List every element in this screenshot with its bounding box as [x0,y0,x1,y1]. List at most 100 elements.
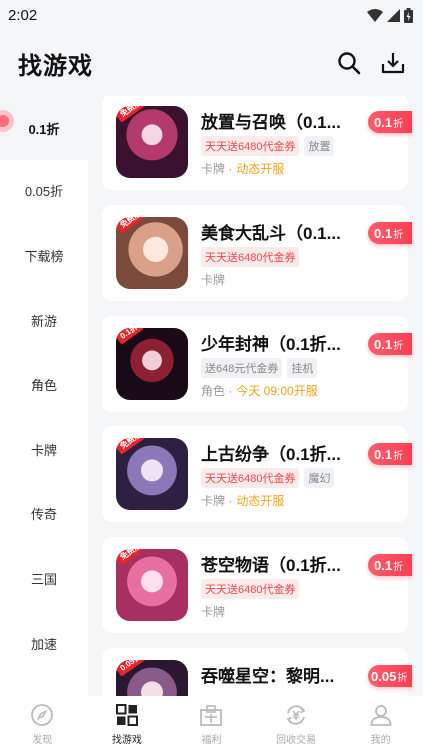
thumb-badge: 免费版 [116,438,148,455]
discount-value: 0.1 [374,446,393,462]
server-status: 动态开服 [236,162,285,176]
sidebar-item-0.05zhe[interactable]: 0.05折 [0,158,88,222]
nav-item-find-games[interactable]: 找游戏 [87,702,167,746]
download-button[interactable] [379,49,407,77]
discount-unit: 折 [393,340,404,352]
game-card[interactable]: 免费版 上古纷争（0.1折... 天天送6480代金券 魔幻 卡牌 · 动态开服… [102,426,412,522]
server-status: 今天 09:00开服 [236,384,318,398]
game-category: 卡牌 · [201,162,233,176]
nav-item-trade[interactable]: 回收交易 [256,702,336,746]
nav-label: 回收交易 [276,735,317,746]
nav-item-discover[interactable]: 发现 [2,702,82,746]
genre-tag: 放置 [304,136,335,156]
game-title: 吞噬星空：黎明... [201,667,335,686]
discount-badge: 0.1 折 [368,222,412,244]
game-thumbnail: 免费版 [116,438,188,510]
game-list: 免费版 放置与召唤（0.1... 天天送6480代金券 放置 卡牌 · 动态开服… [102,96,423,696]
sidebar-item-three-kingdoms[interactable]: 三国 [0,546,88,610]
game-title: 少年封神（0.1折... [201,335,341,354]
discount-unit: 折 [393,229,404,241]
game-title: 美食大乱斗（0.1... [201,224,341,243]
discount-value: 0.1 [374,225,393,241]
game-thumbnail: 免费版 [116,106,188,178]
nav-label: 发现 [32,735,53,746]
compass-icon [29,702,55,728]
discount-badge: 0.1 折 [368,333,412,355]
nav-label: 我的 [370,735,391,746]
tag-list: 天天送6480代金券 魔幻 [201,468,335,488]
download-icon [381,53,405,74]
sidebar-item-new[interactable]: 新游 [0,288,88,352]
discount-badge: 0.1 折 [368,443,412,465]
game-title: 放置与召唤（0.1... [201,113,341,132]
search-icon [338,52,361,75]
genre-tag: 挂机 [287,358,318,378]
signal-icon [387,8,400,22]
bottom-nav: 发现 找游戏 福利 回收交易 我的 [0,696,423,752]
game-meta: 卡牌 [201,603,225,620]
tag-list: 天天送6480代金券 放置 [201,136,335,156]
game-title: 苍空物语（0.1折... [201,556,341,575]
status-bar: 2:02 [0,0,423,30]
tag-list: 天天送6480代金券 [201,579,300,599]
game-category: 角色 · [201,384,233,398]
discount-unit: 折 [393,118,404,130]
thumb-badge: 免费版 [116,217,148,234]
game-meta: 角色 · 今天 09:00开服 [201,382,318,399]
sidebar-item-rpg[interactable]: 角色 [0,352,88,416]
game-card[interactable]: 免费版 苍空物语（0.1折... 天天送6480代金券 卡牌 0.1 折 [102,537,412,633]
game-thumbnail: 免费版 [116,549,188,621]
server-status: 动态开服 [236,494,285,508]
discount-unit: 折 [393,561,404,573]
voucher-tag: 天天送6480代金券 [201,468,300,488]
thumb-badge: 免费版 [116,106,148,123]
game-thumbnail: 0.1折 [116,328,188,400]
game-meta: 卡牌 · 动态开服 [201,160,284,177]
search-button[interactable] [335,49,363,77]
category-sidebar: 0.1折 0.05折 下载榜 新游 角色 卡牌 传奇 三国 加速 [0,96,88,696]
sidebar-item-speedup[interactable]: 加速 [0,611,88,675]
voucher-tag: 天天送6480代金券 [201,247,300,267]
discount-value: 0.1 [374,336,393,352]
tag-list: 天天送6480代金券 [201,247,300,267]
nav-item-welfare[interactable]: 福利 [171,702,251,746]
voucher-tag: 天天送6480代金券 [201,579,300,599]
discount-value: 0.1 [374,114,393,130]
header: 找游戏 [0,30,423,96]
nav-item-me[interactable]: 我的 [341,702,421,746]
game-thumbnail: 免费版 [116,217,188,289]
game-meta: 卡牌 [201,271,225,288]
thumb-badge: 0.05折 [116,660,148,677]
game-card[interactable]: 免费版 美食大乱斗（0.1... 天天送6480代金券 卡牌 0.1 折 [102,205,412,301]
game-card[interactable]: 0.1折 少年封神（0.1折... 送648元代金券 挂机 角色 · 今天 09… [102,316,412,412]
discount-badge: 0.1 折 [368,111,412,133]
discount-badge: 0.05 折 [368,665,412,687]
nav-label: 福利 [201,735,222,746]
status-time: 2:02 [8,6,38,24]
sidebar-item-legend[interactable]: 传奇 [0,481,88,545]
header-actions [335,49,407,77]
game-thumbnail: 0.05折 [116,660,188,696]
game-category: 卡牌 [201,273,226,287]
nav-label: 找游戏 [111,735,142,746]
game-card[interactable]: 0.05折 吞噬星空：黎明... 0.05 折 [102,648,412,696]
sidebar-item-0.1zhe[interactable]: 0.1折 [0,96,88,160]
genre-tag: 魔幻 [304,468,335,488]
voucher-tag: 天天送6480代金券 [201,136,300,156]
game-meta: 卡牌 · 动态开服 [201,492,284,509]
sidebar-item-downloads[interactable]: 下载榜 [0,223,88,287]
page-title: 找游戏 [18,52,93,80]
discount-value: 0.05 [371,668,397,684]
game-card[interactable]: 免费版 放置与召唤（0.1... 天天送6480代金券 放置 卡牌 · 动态开服… [102,96,412,190]
thumb-badge: 免费版 [116,549,148,566]
gift-icon [198,702,224,728]
discount-value: 0.1 [374,557,393,573]
voucher-tag: 送648元代金券 [201,358,283,378]
game-category: 卡牌 · [201,494,233,508]
sidebar-item-card[interactable]: 卡牌 [0,417,88,481]
game-category: 卡牌 [201,605,226,619]
discount-unit: 折 [397,672,408,684]
battery-icon [404,7,413,23]
wifi-icon [367,8,383,22]
game-title: 上古纷争（0.1折... [201,445,341,464]
